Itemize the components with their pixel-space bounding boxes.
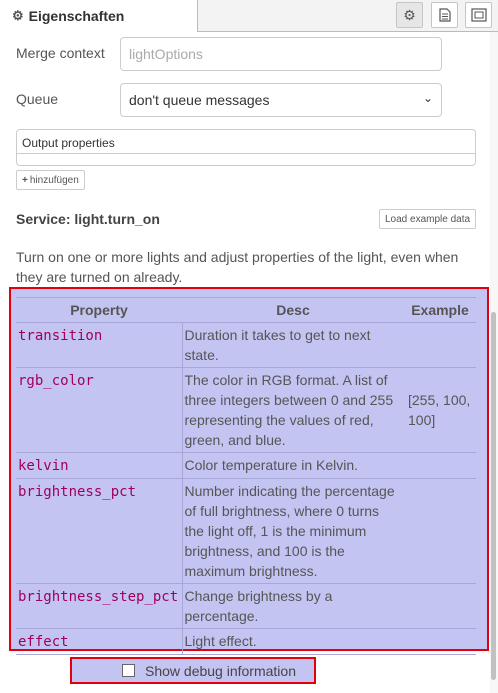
table-row: brightness_pct Number indicating the per… [16,478,476,584]
output-properties-label: Output properties [22,136,115,150]
property-desc: Color temperature in Kelvin. [181,452,404,479]
queue-label: Queue [16,91,59,107]
column-header-property: Property [16,297,182,323]
description-tab-button[interactable] [431,2,458,28]
scrollbar-thumb[interactable] [491,312,496,680]
property-example [404,322,476,368]
add-output-button[interactable]: + hinzufügen [16,170,85,190]
merge-context-label: Merge context [16,45,105,61]
appearance-tab-button[interactable] [465,2,492,28]
plus-icon: + [22,174,28,186]
property-example [404,452,476,479]
table-row: rgb_color The color in RGB format. A lis… [16,367,476,453]
table-row: effect Light effect. [16,628,476,655]
debug-checkbox[interactable] [122,664,135,677]
service-title: Service: light.turn_on [16,211,160,227]
table-row: kelvin Color temperature in Kelvin. [16,452,476,479]
tab-properties-label: Eigenschaften [28,8,125,24]
show-debug-toggle[interactable]: Show debug information [70,657,316,684]
property-desc: Light effect. [181,628,404,655]
properties-table: Property Desc Example transition Duratio… [16,297,476,655]
chevron-down-icon: ⌄ [422,91,433,105]
table-header-row: Property Desc Example [16,297,476,323]
show-debug-label: Show debug information [145,662,296,679]
property-desc: Change brightness by a percentage. [181,583,404,629]
property-example [404,628,476,655]
property-desc: Duration it takes to get to next state. [181,322,404,368]
property-name: brightness_step_pct [16,583,182,629]
property-desc: Number indicating the percentage of full… [181,478,404,584]
property-name: kelvin [16,452,182,479]
column-header-example: Example [404,297,476,323]
add-output-label: hinzufügen [29,174,79,186]
frame-icon [470,8,487,22]
panel-header: ⚙ Eigenschaften ⚙ [0,0,498,32]
merge-context-placeholder: lightOptions [129,46,203,62]
gear-icon: ⚙ [12,8,24,23]
property-example: [255, 100, 100] [404,367,476,453]
document-icon [438,8,451,22]
property-name: brightness_pct [16,478,182,584]
load-example-button[interactable]: Load example data [379,209,477,229]
property-example [404,478,476,584]
output-properties-divider [17,153,475,154]
tab-properties[interactable]: ⚙ Eigenschaften [0,0,198,32]
property-name: rgb_color [16,367,182,453]
queue-select[interactable]: don't queue messages ⌄ [120,83,442,117]
property-name: effect [16,628,182,655]
gear-icon: ⚙ [403,6,416,23]
output-properties-list[interactable]: Output properties [16,129,476,166]
property-example [404,583,476,629]
service-description: Turn on one or more lights and adjust pr… [16,249,459,285]
merge-context-input[interactable]: lightOptions [120,37,442,71]
properties-panel: Merge context lightOptions Queue don't q… [0,32,490,693]
queue-select-value: don't queue messages [129,92,270,108]
load-example-label: Load example data [385,213,471,225]
table-row: transition Duration it takes to get to n… [16,322,476,368]
properties-table-highlight: Property Desc Example transition Duratio… [9,287,489,655]
column-header-desc: Desc [182,297,404,323]
property-name: transition [16,322,182,368]
property-desc: The color in RGB format. A list of three… [181,367,404,453]
settings-tab-button[interactable]: ⚙ [396,2,423,28]
table-row: brightness_step_pct Change brightness by… [16,583,476,629]
